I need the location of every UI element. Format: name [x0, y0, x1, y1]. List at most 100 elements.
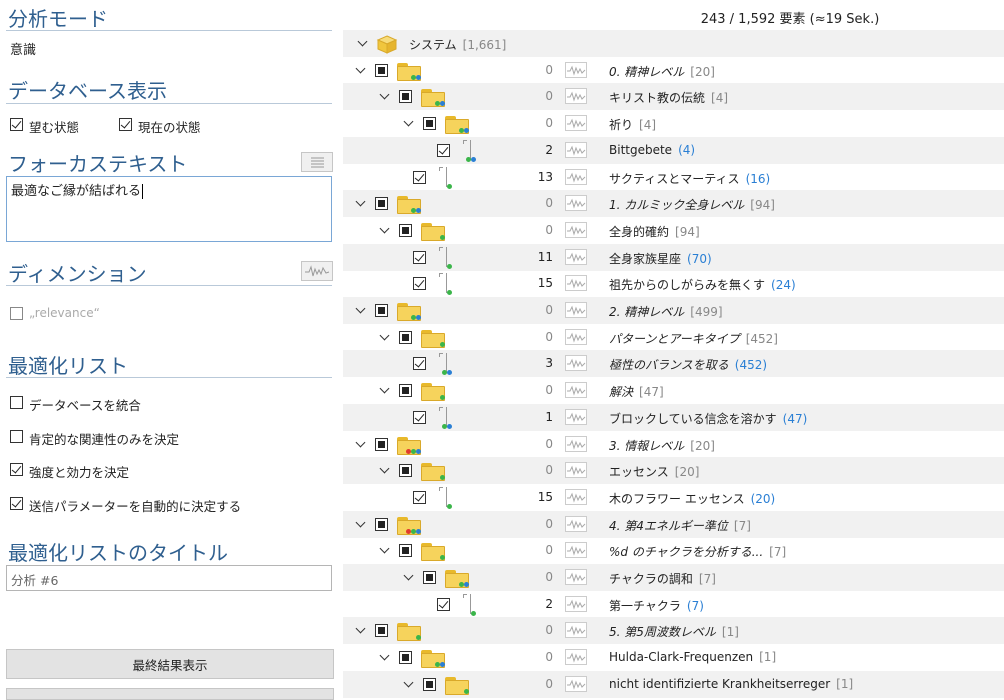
- tree-row[interactable]: 0 解決 [47]: [343, 377, 1004, 404]
- waveform-icon[interactable]: [565, 622, 587, 638]
- partial-checkbox[interactable]: [399, 90, 412, 103]
- tree-row[interactable]: 11 全身家族星座 (70): [343, 244, 1004, 271]
- chevron-down-icon[interactable]: [379, 224, 391, 236]
- chevron-down-icon[interactable]: [379, 384, 391, 396]
- tree-row[interactable]: 3 極性のバランスを取る (452): [343, 350, 1004, 377]
- waveform-icon[interactable]: [565, 409, 587, 425]
- item-checkbox[interactable]: [413, 171, 426, 184]
- tree-row[interactable]: 2 Bittgebete (4): [343, 137, 1004, 164]
- item-checkbox[interactable]: [413, 357, 426, 370]
- chevron-down-icon[interactable]: [355, 64, 367, 76]
- partial-checkbox[interactable]: [399, 224, 412, 237]
- chevron-down-icon[interactable]: [379, 464, 391, 476]
- list-icon-button[interactable]: [301, 152, 333, 172]
- item-checkbox[interactable]: [413, 251, 426, 264]
- tree-row[interactable]: 2 第一チャクラ (7): [343, 591, 1004, 618]
- partial-checkbox[interactable]: [375, 304, 388, 317]
- item-checkbox[interactable]: [413, 411, 426, 424]
- item-checkbox[interactable]: [413, 277, 426, 290]
- chevron-down-icon[interactable]: [403, 678, 415, 690]
- waveform-icon[interactable]: [565, 569, 587, 585]
- current-state-checkbox[interactable]: [119, 118, 132, 131]
- tree-row[interactable]: 0 nicht identifizierte Krankheitserreger[…: [343, 671, 1004, 698]
- item-checkbox[interactable]: [437, 144, 450, 157]
- strength-checkbox[interactable]: [10, 463, 23, 476]
- partial-checkbox[interactable]: [399, 384, 412, 397]
- waveform-icon[interactable]: [565, 222, 587, 238]
- waveform-icon[interactable]: [565, 249, 587, 265]
- next-button[interactable]: [6, 688, 334, 700]
- chevron-down-icon[interactable]: [379, 544, 391, 556]
- waveform-icon[interactable]: [565, 516, 587, 532]
- tree-row[interactable]: 0 キリスト教の伝統 [4]: [343, 83, 1004, 110]
- final-result-button[interactable]: 最終結果表示: [6, 649, 334, 679]
- waveform-icon[interactable]: [565, 88, 587, 104]
- tree-row[interactable]: 0 チャクラの調和 [7]: [343, 564, 1004, 591]
- waveform-icon[interactable]: [565, 436, 587, 452]
- partial-checkbox[interactable]: [375, 64, 388, 77]
- waveform-icon[interactable]: [565, 596, 587, 612]
- tree-row[interactable]: 15 祖先からのしがらみを無くす (24): [343, 270, 1004, 297]
- positive-only-checkbox[interactable]: [10, 430, 23, 443]
- waveform-icon[interactable]: [565, 195, 587, 211]
- waveform-icon[interactable]: [565, 462, 587, 478]
- tree-row[interactable]: 0 エッセンス [20]: [343, 457, 1004, 484]
- partial-checkbox[interactable]: [423, 117, 436, 130]
- relevance-checkbox[interactable]: [10, 307, 23, 320]
- tree-row[interactable]: 0 パターンとアーキタイプ [452]: [343, 324, 1004, 351]
- partial-checkbox[interactable]: [375, 624, 388, 637]
- partial-checkbox[interactable]: [375, 518, 388, 531]
- partial-checkbox[interactable]: [399, 544, 412, 557]
- partial-checkbox[interactable]: [423, 678, 436, 691]
- tree-row[interactable]: 0 2. 精神レベル [499]: [343, 297, 1004, 324]
- analysis-mode-value[interactable]: 意識: [10, 39, 36, 58]
- waveform-button[interactable]: [301, 261, 333, 281]
- waveform-icon[interactable]: [565, 676, 587, 692]
- waveform-icon[interactable]: [565, 542, 587, 558]
- tree-row[interactable]: 13 サクティスとマーティス (16): [343, 164, 1004, 191]
- partial-checkbox[interactable]: [399, 331, 412, 344]
- chevron-down-icon[interactable]: [379, 331, 391, 343]
- chevron-down-icon[interactable]: [355, 438, 367, 450]
- tree-row[interactable]: 0 全身的確約 [94]: [343, 217, 1004, 244]
- tree-row[interactable]: 0 %d のチャクラを分析する... [7]: [343, 537, 1004, 564]
- waveform-icon[interactable]: [565, 489, 587, 505]
- waveform-icon[interactable]: [565, 275, 587, 291]
- tree-row[interactable]: 0 0. 精神レベル [20]: [343, 57, 1004, 84]
- partial-checkbox[interactable]: [423, 571, 436, 584]
- waveform-icon[interactable]: [565, 649, 587, 665]
- waveform-icon[interactable]: [565, 382, 587, 398]
- tree-root-row[interactable]: システム [1,661]: [343, 30, 1004, 57]
- tree-row[interactable]: 0 Hulda-Clark-Frequenzen [1]: [343, 644, 1004, 671]
- waveform-icon[interactable]: [565, 115, 587, 131]
- chevron-down-icon[interactable]: [355, 304, 367, 316]
- chevron-down-icon[interactable]: [357, 37, 369, 49]
- chevron-down-icon[interactable]: [403, 571, 415, 583]
- tree-row[interactable]: 0 3. 情報レベル [20]: [343, 431, 1004, 458]
- chevron-down-icon[interactable]: [379, 90, 391, 102]
- list-title-input[interactable]: 分析 #6: [6, 565, 332, 591]
- waveform-icon[interactable]: [565, 62, 587, 78]
- tree-row[interactable]: 0 1. カルミック全身レベル [94]: [343, 190, 1004, 217]
- waveform-icon[interactable]: [565, 355, 587, 371]
- tree-view[interactable]: システム [1,661] 0 0. 精神レベル [20] 0 キリスト教の伝統 [4] 0 祈り[…: [343, 30, 1004, 698]
- tree-row[interactable]: 0 祈り [4]: [343, 110, 1004, 137]
- partial-checkbox[interactable]: [375, 438, 388, 451]
- partial-checkbox[interactable]: [399, 464, 412, 477]
- item-checkbox[interactable]: [413, 491, 426, 504]
- chevron-down-icon[interactable]: [355, 624, 367, 636]
- waveform-icon[interactable]: [565, 142, 587, 158]
- focus-text-input[interactable]: 最適なご縁が結ばれる: [6, 176, 332, 242]
- partial-checkbox[interactable]: [399, 651, 412, 664]
- waveform-icon[interactable]: [565, 302, 587, 318]
- desired-state-checkbox[interactable]: [10, 118, 23, 131]
- tree-row[interactable]: 15 木のフラワー エッセンス (20): [343, 484, 1004, 511]
- chevron-down-icon[interactable]: [379, 651, 391, 663]
- auto-params-checkbox[interactable]: [10, 497, 23, 510]
- merge-db-checkbox[interactable]: [10, 396, 23, 409]
- chevron-down-icon[interactable]: [355, 197, 367, 209]
- waveform-icon[interactable]: [565, 329, 587, 345]
- tree-row[interactable]: 0 5. 第5周波数レベル [1]: [343, 617, 1004, 644]
- partial-checkbox[interactable]: [375, 197, 388, 210]
- waveform-icon[interactable]: [565, 169, 587, 185]
